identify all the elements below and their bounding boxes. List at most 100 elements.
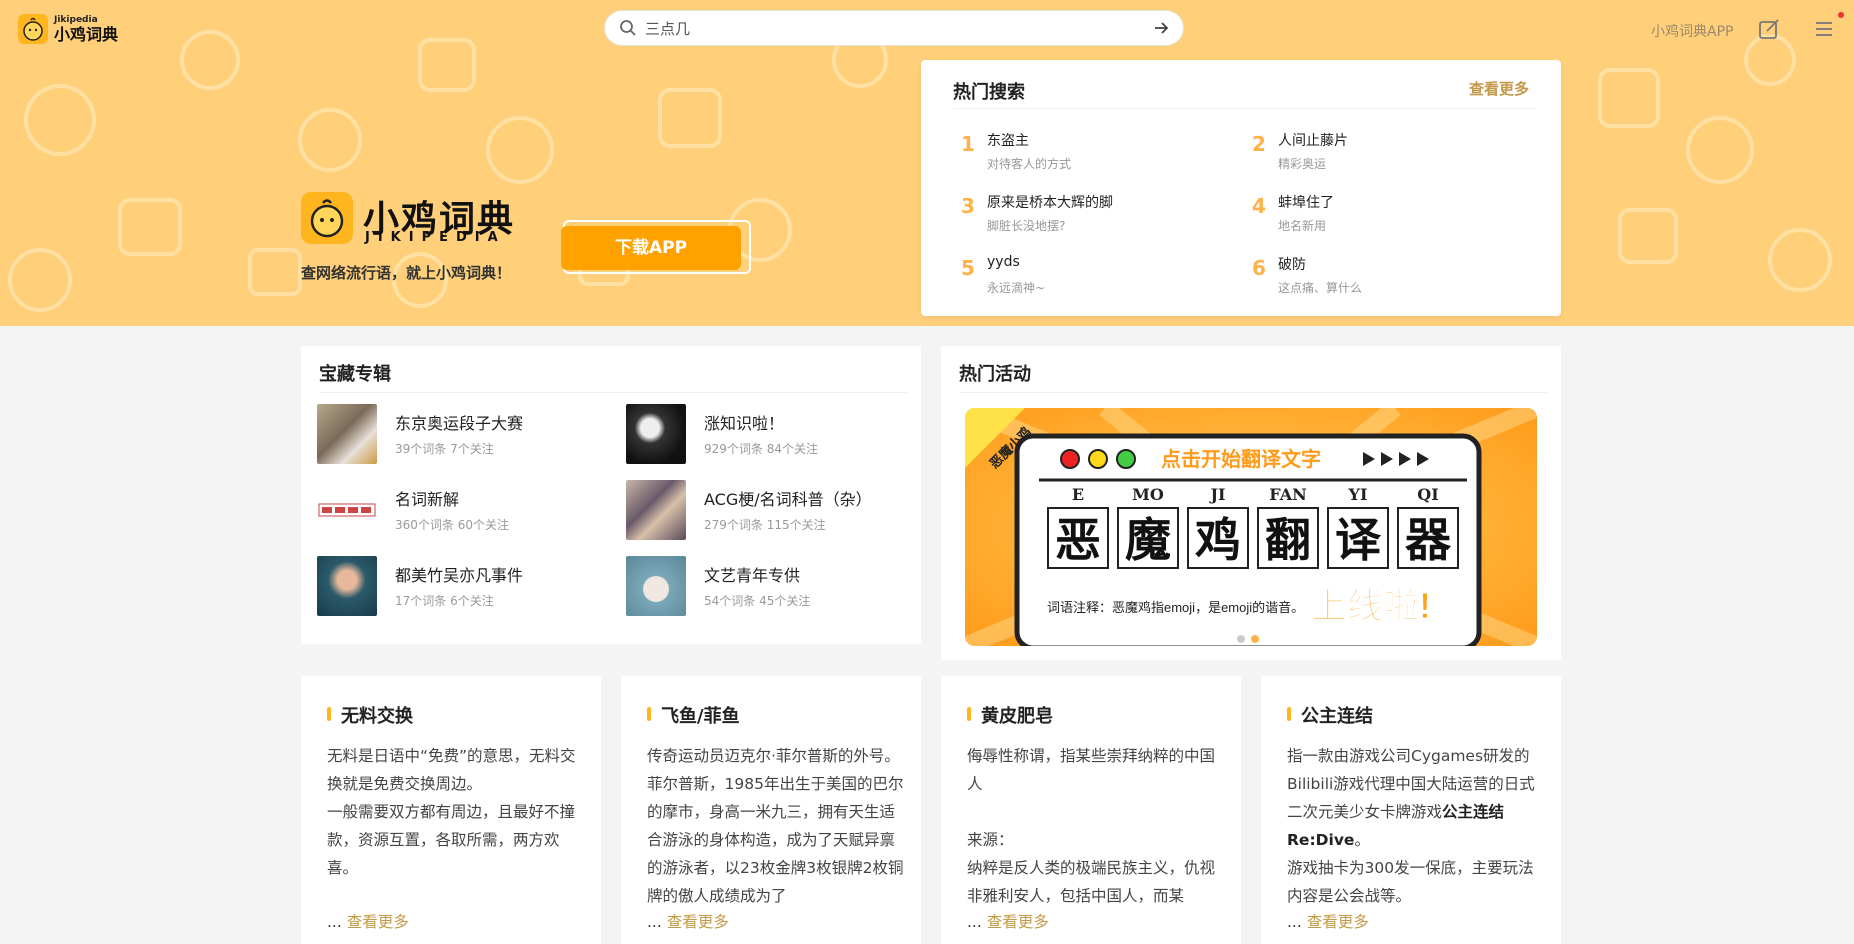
app-link[interactable]: 小鸡词典APP [1651,21,1733,41]
word-card[interactable]: 黄皮肥皂 侮辱性称谓，指某些崇拜纳粹的中国人 来源： 纳粹是反人类的极端民族主义… [941,676,1241,944]
banner-char: 鸡 [1195,513,1241,567]
album-thumbnail[interactable] [626,480,686,540]
read-more[interactable]: ... 查看更多 [647,910,729,932]
hot-word-desc: 永远滴神~ [987,281,1046,295]
read-more[interactable]: ... 查看更多 [967,910,1049,932]
read-more-link[interactable]: 查看更多 [987,913,1049,931]
search-input[interactable]: 三点几 [645,18,1153,39]
title-accent [647,707,651,721]
album-name[interactable]: 涨知识啦！ [704,410,784,434]
album-thumbnail[interactable] [317,404,377,464]
hot-word[interactable]: yyds [987,254,1020,270]
carousel-dot[interactable] [1237,635,1245,643]
treasure-albums-card: 宝藏专辑 东京奥运段子大赛 39个词条 7个关注 涨知识啦！ 929个词条 84… [301,346,921,644]
banner-char: 译 [1335,513,1382,567]
ellipsis: ... [647,913,667,931]
pinyin-label: FAN [1269,485,1306,504]
divider [319,392,907,393]
hot-search-item[interactable]: 5 yyds 永远滴神~ [921,248,1201,296]
album-item[interactable]: 涨知识啦！ 929个词条 84个关注 [626,404,916,466]
divider [953,108,1537,109]
banner-prompt: 点击开始翻译文字 [1161,447,1321,471]
logo-text-zh: 小鸡词典 [54,24,119,44]
edit-icon[interactable] [1758,18,1780,40]
album-name[interactable]: 文艺青年专供 [704,562,800,586]
word-card[interactable]: 公主连结 指一款由游戏公司Cygames研发的Bilibili游戏代理中国大陆运… [1261,676,1561,944]
site-logo[interactable]: Jikipedia 小鸡词典 [18,14,118,44]
read-more-link[interactable]: 查看更多 [667,913,729,931]
album-thumbnail[interactable] [626,556,686,616]
carousel-dots [1237,628,1265,647]
word-card[interactable]: 飞鱼/菲鱼 传奇运动员迈克尔·菲尔普斯的外号。菲尔普斯，1985年出生于美国的巴… [621,676,921,944]
brand-name-en: JIKIPEDIA [365,230,506,245]
divider [959,392,1547,393]
menu-icon[interactable] [1815,20,1833,38]
album-meta: 929个词条 84个关注 [704,442,818,456]
card-paragraph: 传奇运动员迈克尔·菲尔普斯的外号。菲尔普斯，1985年出生于美国的巴尔的摩市，身… [647,747,904,905]
card-title[interactable]: 飞鱼/菲鱼 [661,702,740,728]
rank-number: 2 [1252,132,1266,156]
download-app-button[interactable]: 下载APP [561,226,741,270]
album-item[interactable]: ACG梗/名词科普（杂） 279个词条 115个关注 [626,480,916,542]
read-more-link[interactable]: 查看更多 [347,913,409,931]
hot-word[interactable]: 破防 [1278,254,1306,274]
card-title[interactable]: 公主连结 [1301,702,1373,728]
read-more[interactable]: ... 查看更多 [327,910,409,932]
hot-word-desc: 地名新用 [1278,219,1327,233]
banner-char: 器 [1405,513,1452,567]
hot-search-item[interactable]: 4 蚌埠住了 地名新用 [1212,186,1492,234]
rank-number: 1 [961,132,975,156]
album-item[interactable]: 名词新解 360个词条 60个关注 [317,480,607,542]
carousel-dot-active[interactable] [1251,635,1259,643]
album-name[interactable]: 东京奥运段子大赛 [395,410,523,434]
album-thumbnail[interactable] [626,404,686,464]
read-more[interactable]: ... 查看更多 [1287,910,1369,932]
rank-number: 5 [961,256,975,280]
album-name[interactable]: 都美竹吴亦凡事件 [395,562,523,586]
card-paragraph: 无料是日语中“免费”的意思，无料交换就是免费交换周边。 [327,747,576,793]
title-accent [967,707,971,721]
album-item[interactable]: 东京奥运段子大赛 39个词条 7个关注 [317,404,607,466]
album-thumbnail[interactable] [317,480,377,540]
hot-search-more-link[interactable]: 查看更多 [1469,78,1529,99]
album-item[interactable]: 都美竹吴亦凡事件 17个词条 6个关注 [317,556,607,618]
hot-search-item[interactable]: 1 东盗主 对待客人的方式 [921,124,1201,172]
hot-word[interactable]: 东盗主 [987,130,1029,150]
logo-text-en: Jikipedia [54,14,98,25]
card-title[interactable]: 黄皮肥皂 [981,702,1053,728]
card-body: 无料是日语中“免费”的意思，无料交换就是免费交换周边。 一般需要双方都有周边，且… [327,742,589,920]
ellipsis: ... [967,913,987,931]
search-icon [620,20,636,36]
pinyin-label: E [1072,485,1084,504]
banner-note: 词语注释：恶魔鸡指emoji，是emoji的谐音。 [1047,600,1304,615]
card-paragraph: 侮辱性称谓，指某些崇拜纳粹的中国人 [967,747,1216,793]
hot-word[interactable]: 原来是桥本大辉的脚 [987,192,1113,212]
card-title[interactable]: 无料交换 [341,702,413,728]
activity-banner[interactable]: 恶魔小鸡 点击开始翻译文字 E MO JI FAN YI QI 恶 魔 鸡 翻 … [965,408,1537,646]
arrow-right-icon[interactable] [1153,20,1169,36]
hot-search-card: 热门搜索 查看更多 1 东盗主 对待客人的方式 2 人间止藤片 精彩奥运 3 原… [921,60,1561,316]
rank-number: 4 [1252,194,1266,218]
card-body: 指一款由游戏公司Cygames研发的Bilibili游戏代理中国大陆运营的日式二… [1287,742,1549,920]
album-item[interactable]: 文艺青年专供 54个词条 45个关注 [626,556,916,618]
hot-search-item[interactable]: 6 破防 这点痛、算什么 [1212,248,1492,296]
hot-word-desc: 精彩奥运 [1278,157,1327,171]
hot-word[interactable]: 蚌埠住了 [1278,192,1334,212]
album-meta: 39个词条 7个关注 [395,442,494,456]
ellipsis: ... [1287,913,1307,931]
card-body: 传奇运动员迈克尔·菲尔普斯的外号。菲尔普斯，1985年出生于美国的巴尔的摩市，身… [647,742,909,920]
search-bar[interactable]: 三点几 [604,10,1184,46]
hot-word-desc: 对待客人的方式 [987,157,1072,171]
hot-search-item[interactable]: 3 原来是桥本大辉的脚 脚脏长没地摆? [921,186,1201,234]
album-name[interactable]: 名词新解 [395,486,459,510]
word-card[interactable]: 无料交换 无料是日语中“免费”的意思，无料交换就是免费交换周边。 一般需要双方都… [301,676,601,944]
album-meta: 17个词条 6个关注 [395,594,494,608]
hot-word-desc: 脚脏长没地摆? [987,219,1066,233]
album-thumbnail[interactable] [317,556,377,616]
hot-search-item[interactable]: 2 人间止藤片 精彩奥运 [1212,124,1492,172]
section-title: 宝藏专辑 [319,364,391,385]
hot-word[interactable]: 人间止藤片 [1278,130,1348,150]
read-more-link[interactable]: 查看更多 [1307,913,1369,931]
album-name[interactable]: ACG梗/名词科普（杂） [704,486,872,510]
hot-word-desc: 这点痛、算什么 [1278,281,1363,295]
